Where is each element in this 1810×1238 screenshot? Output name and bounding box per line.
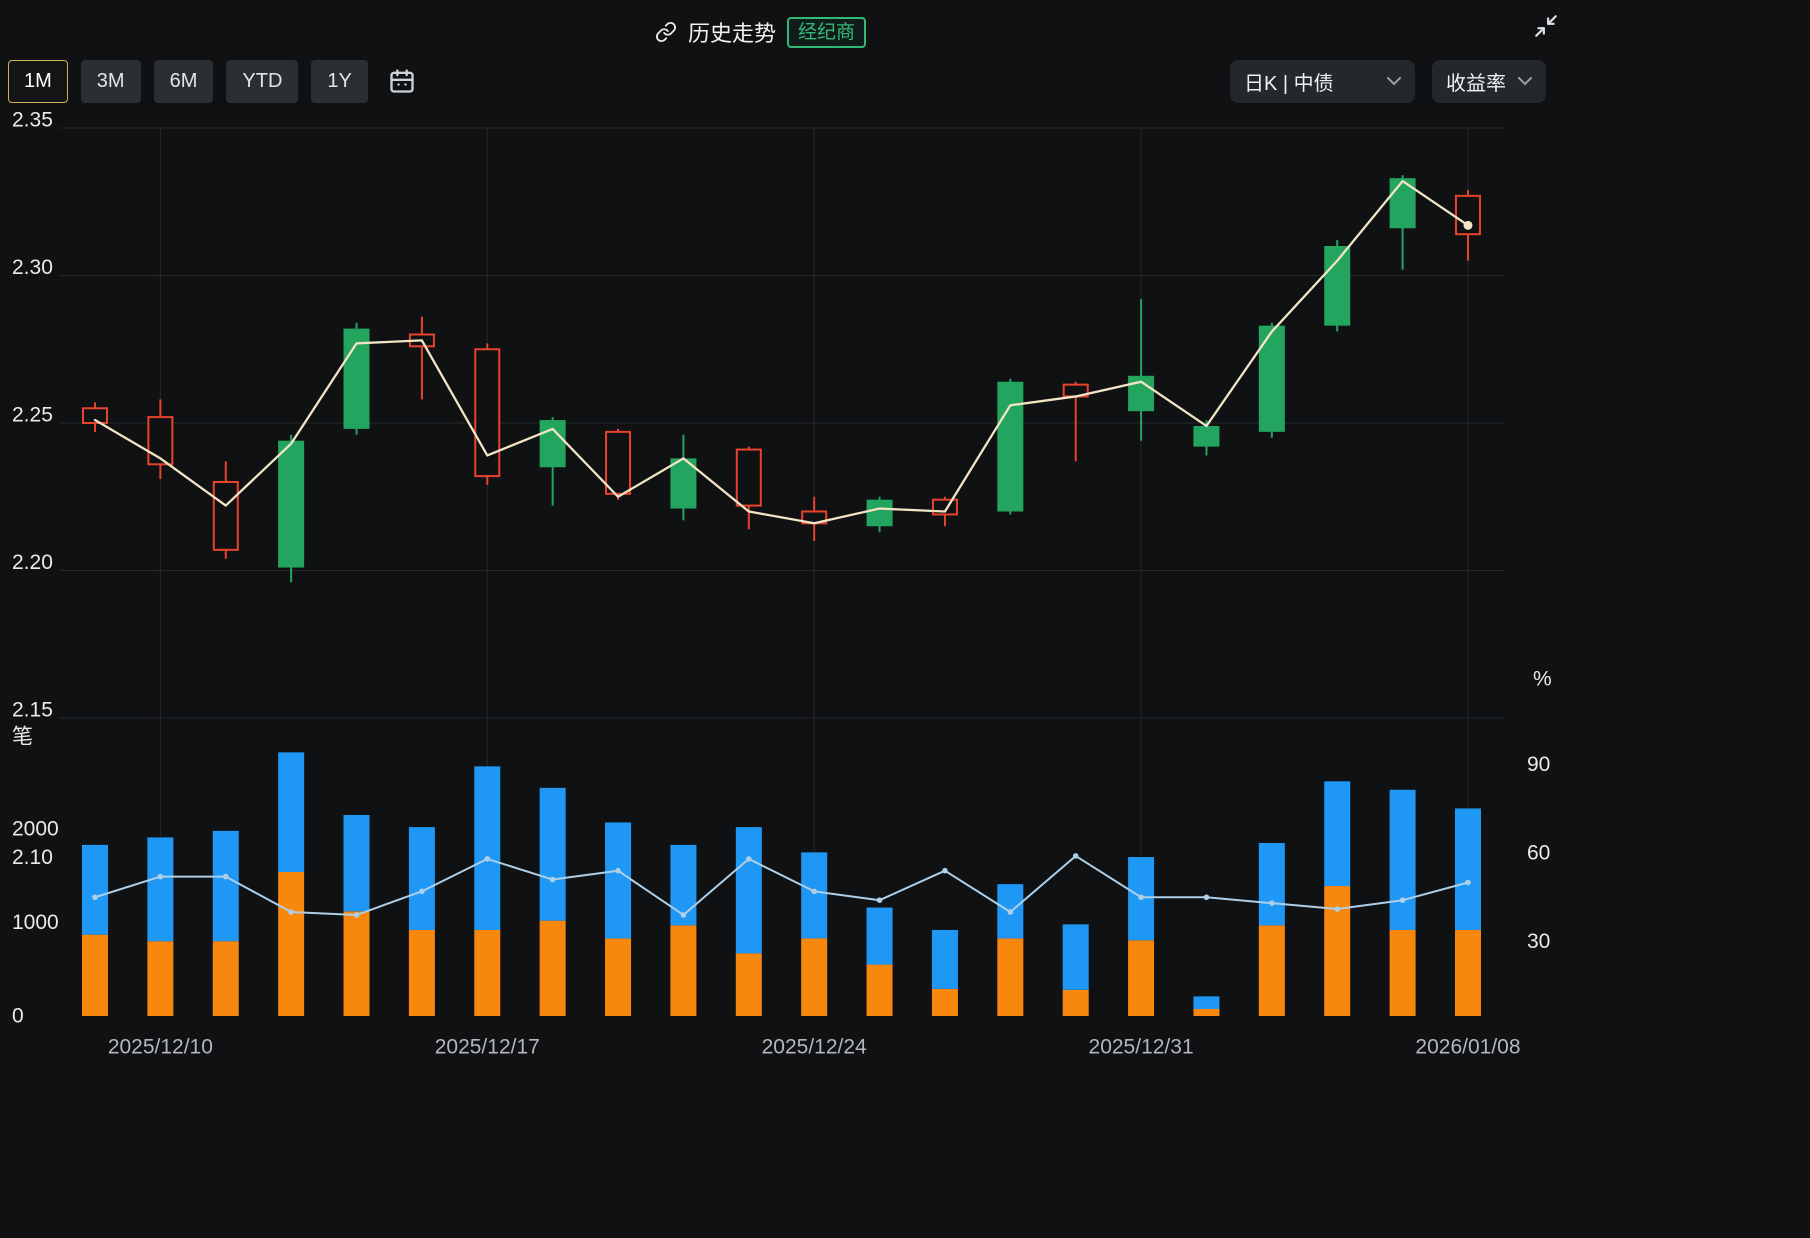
svg-text:2.20: 2.20 bbox=[12, 551, 53, 574]
svg-text:60: 60 bbox=[1527, 842, 1550, 865]
history-trend-panel: { "header": { "title": "历史走势", "badge": … bbox=[0, 0, 1810, 1238]
chevron-down-icon bbox=[1387, 77, 1401, 86]
candlesticks bbox=[83, 175, 1480, 582]
link-icon bbox=[655, 21, 677, 43]
range-buttons: 1M 3M 6M YTD 1Y bbox=[8, 60, 368, 103]
metric-value: 收益率 bbox=[1446, 67, 1506, 96]
panel-header: 历史走势 经纪商 bbox=[655, 16, 866, 48]
range-button-ytd[interactable]: YTD bbox=[226, 60, 298, 103]
range-button-1y[interactable]: 1Y bbox=[311, 60, 367, 103]
svg-text:笔: 笔 bbox=[12, 726, 33, 749]
svg-text:2026/01/08: 2026/01/08 bbox=[1415, 1036, 1520, 1059]
calendar-button[interactable] bbox=[388, 67, 416, 97]
svg-text:2.30: 2.30 bbox=[12, 256, 53, 279]
broker-badge[interactable]: 经纪商 bbox=[787, 17, 866, 48]
svg-text:2025/12/17: 2025/12/17 bbox=[435, 1036, 540, 1059]
kline-source-select[interactable]: 日K | 中债 bbox=[1230, 60, 1415, 103]
range-button-3m[interactable]: 3M bbox=[81, 60, 141, 103]
grid-lines bbox=[60, 128, 1505, 1016]
svg-text:1000: 1000 bbox=[12, 911, 59, 934]
kline-source-value: 日K | 中债 bbox=[1244, 67, 1334, 96]
panel-title: 历史走势 bbox=[688, 16, 776, 48]
collapse-icon[interactable] bbox=[1531, 12, 1561, 42]
candlestick-volume-chart[interactable]: 2.35 2.30 2.25 2.20 2.15 2.10 0 1000 2000 笔 30 60 90… bbox=[0, 0, 1810, 1238]
chevron-down-icon bbox=[1518, 77, 1532, 86]
svg-text:%: % bbox=[1533, 668, 1552, 691]
svg-text:2.15: 2.15 bbox=[12, 699, 53, 722]
svg-text:2025/12/24: 2025/12/24 bbox=[762, 1036, 867, 1059]
svg-text:2025/12/10: 2025/12/10 bbox=[108, 1036, 213, 1059]
range-button-6m[interactable]: 6M bbox=[154, 60, 214, 103]
volume-bars bbox=[82, 752, 1481, 1016]
svg-text:90: 90 bbox=[1527, 753, 1550, 776]
metric-select[interactable]: 收益率 bbox=[1432, 60, 1546, 103]
svg-text:2025/12/31: 2025/12/31 bbox=[1089, 1036, 1194, 1059]
svg-text:2000: 2000 bbox=[12, 818, 59, 841]
svg-text:2.35: 2.35 bbox=[12, 109, 53, 132]
calendar-icon bbox=[388, 67, 416, 95]
svg-text:0: 0 bbox=[12, 1005, 24, 1028]
axis-labels: 2.35 2.30 2.25 2.20 2.15 2.10 0 1000 2000 笔 30 60 90… bbox=[12, 109, 1552, 1059]
chart-options: 日K | 中债 收益率 bbox=[1230, 60, 1546, 103]
svg-text:30: 30 bbox=[1527, 930, 1550, 953]
range-button-1m[interactable]: 1M bbox=[8, 60, 68, 103]
svg-text:2.10: 2.10 bbox=[12, 846, 53, 869]
range-toolbar: 1M 3M 6M YTD 1Y bbox=[8, 60, 416, 103]
svg-text:2.25: 2.25 bbox=[12, 404, 53, 427]
